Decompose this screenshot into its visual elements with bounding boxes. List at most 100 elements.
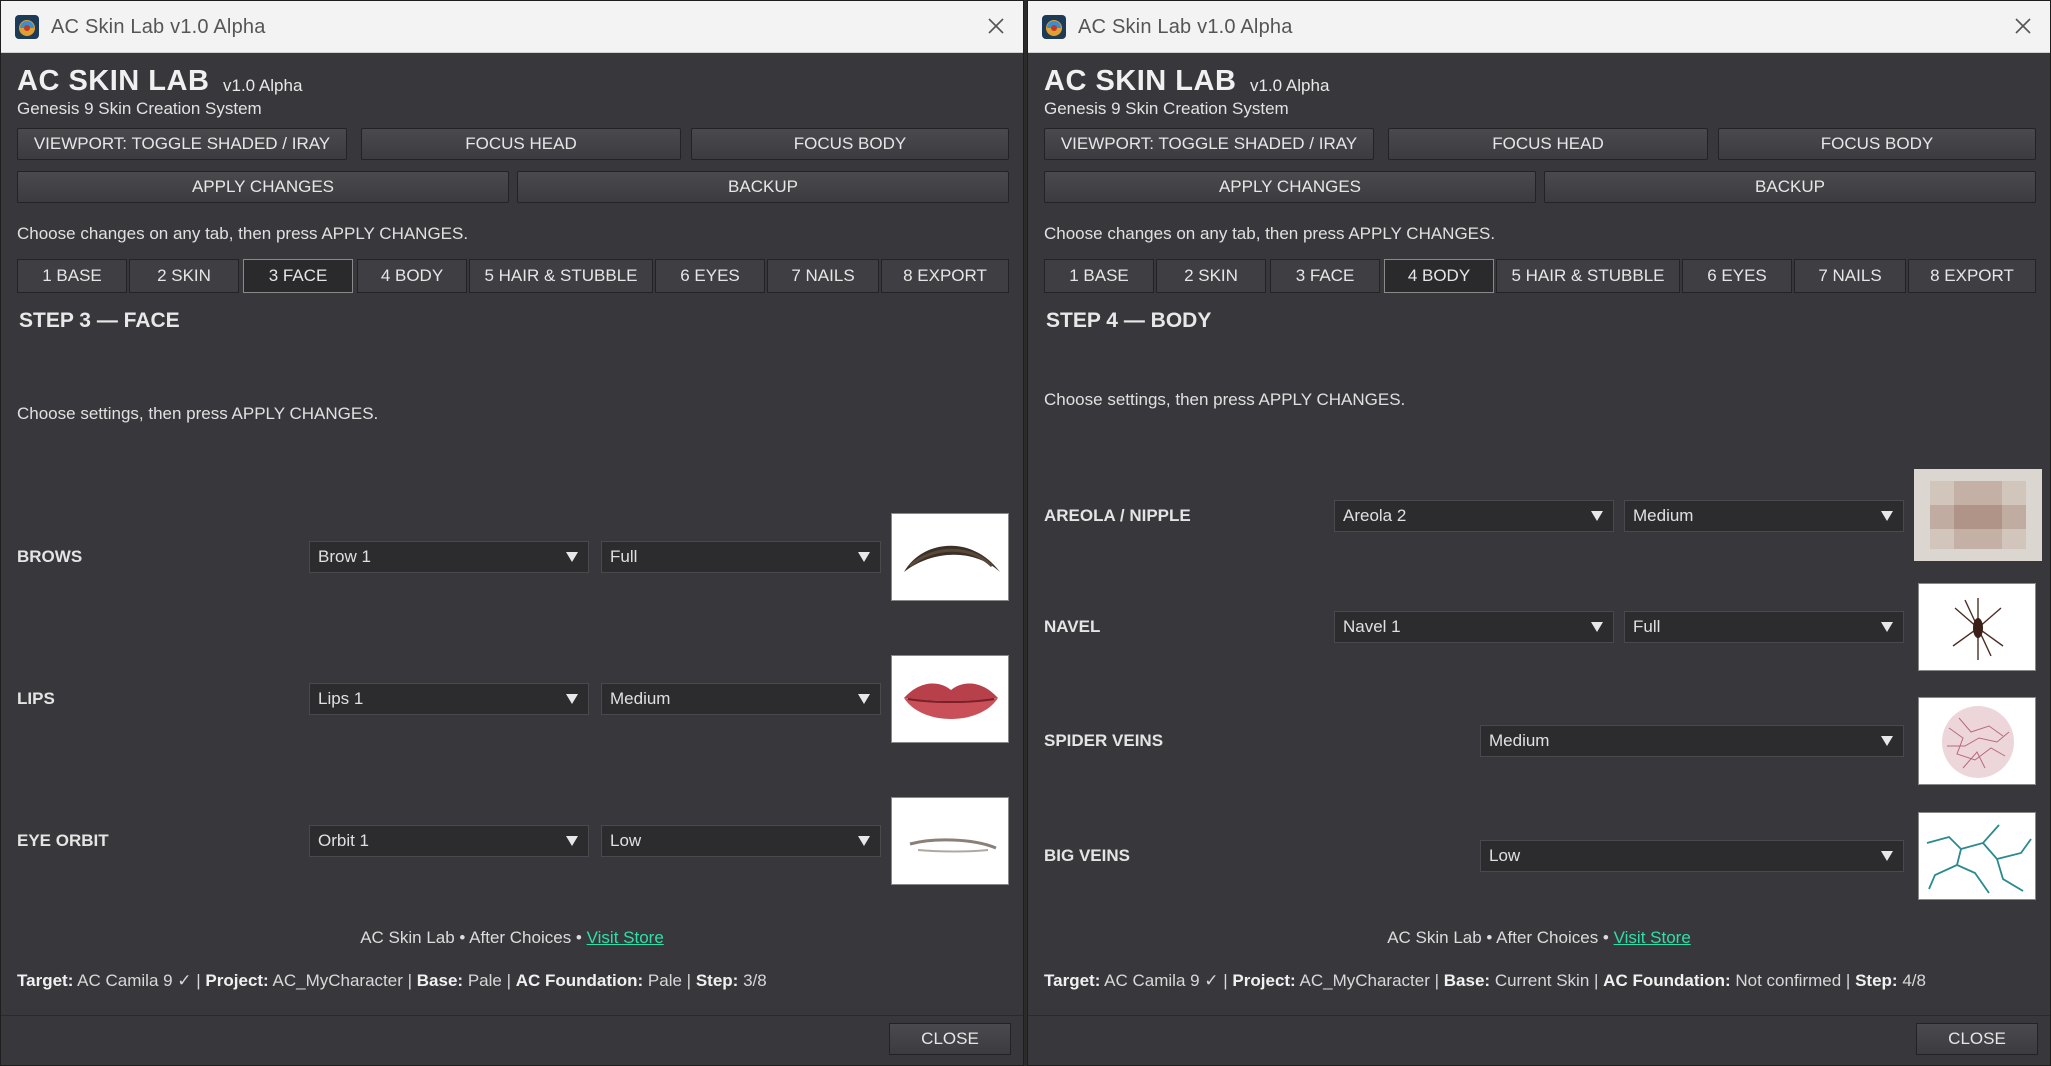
app-version: v1.0 Alpha (223, 76, 303, 95)
close-icon[interactable] (2008, 11, 2038, 41)
hint-text: Choose changes on any tab, then press AP… (17, 224, 469, 243)
chevron-down-icon (1881, 511, 1893, 521)
chevron-down-icon (566, 552, 578, 562)
credit-text: AC Skin Lab • After Choices • (1387, 928, 1614, 947)
title-bar[interactable]: AC Skin Lab v1.0 Alpha (1028, 1, 2050, 53)
spider-veins-level-select[interactable]: Medium (1480, 725, 1904, 757)
select-value: Lips 1 (318, 689, 364, 708)
tab-face[interactable]: 3 FACE (1270, 259, 1380, 293)
select-value: Full (1633, 617, 1661, 636)
status-target-label: Target: (17, 971, 74, 990)
backup-button[interactable]: BACKUP (517, 171, 1009, 203)
tab-body[interactable]: 4 BODY (1384, 259, 1494, 293)
viewport-toggle-button[interactable]: VIEWPORT: TOGGLE SHADED / IRAY (17, 128, 347, 160)
tab-body[interactable]: 4 BODY (357, 259, 467, 293)
brows-level-select[interactable]: Full (601, 541, 881, 573)
tab-base[interactable]: 1 BASE (17, 259, 127, 293)
big-veins-swatch (1918, 812, 2036, 900)
close-button[interactable]: CLOSE (889, 1023, 1011, 1055)
tab-base[interactable]: 1 BASE (1044, 259, 1154, 293)
navel-style-select[interactable]: Navel 1 (1334, 611, 1614, 643)
chevron-down-icon (858, 694, 870, 704)
eye-orbit-style-select[interactable]: Orbit 1 (309, 825, 589, 857)
visit-store-link[interactable]: Visit Store (587, 928, 664, 947)
select-value: Brow 1 (318, 547, 371, 566)
select-value: Full (610, 547, 638, 566)
tab-eyes[interactable]: 6 EYES (655, 259, 765, 293)
spider-veins-swatch (1918, 697, 2036, 785)
brows-style-select[interactable]: Brow 1 (309, 541, 589, 573)
focus-head-button[interactable]: FOCUS HEAD (361, 128, 681, 160)
app-version: v1.0 Alpha (1250, 76, 1330, 95)
chevron-down-icon (566, 836, 578, 846)
title-bar[interactable]: AC Skin Lab v1.0 Alpha (1, 1, 1023, 53)
status-foundation-value: Not confirmed (1735, 971, 1842, 990)
chevron-down-icon (1881, 851, 1893, 861)
tab-skin[interactable]: 2 SKIN (1156, 259, 1266, 293)
tab-nails[interactable]: 7 NAILS (1794, 259, 1906, 293)
select-value: Low (1489, 846, 1521, 865)
areola-nipple-label: AREOLA / NIPPLE (1044, 506, 1191, 525)
chevron-down-icon (1591, 511, 1603, 521)
status-bar: Target: AC Camila 9 ✓ | Project: AC_MyCh… (17, 971, 767, 990)
navel-swatch (1918, 583, 2036, 671)
viewport-toggle-button[interactable]: VIEWPORT: TOGGLE SHADED / IRAY (1044, 128, 1374, 160)
tab-skin[interactable]: 2 SKIN (129, 259, 239, 293)
select-value: Medium (610, 689, 671, 708)
tab-export[interactable]: 8 EXPORT (1908, 259, 2036, 293)
status-foundation-value: Pale (647, 971, 682, 990)
select-value: Medium (1489, 731, 1550, 750)
backup-button[interactable]: BACKUP (1544, 171, 2036, 203)
status-project-value: AC_MyCharacter (1299, 971, 1430, 990)
navel-level-select[interactable]: Full (1624, 611, 1904, 643)
areola-level-select[interactable]: Medium (1624, 500, 1904, 532)
instruction-text: Choose settings, then press APPLY CHANGE… (17, 404, 379, 423)
tab-export[interactable]: 8 EXPORT (881, 259, 1009, 293)
select-value: Navel 1 (1343, 617, 1401, 636)
status-bar: Target: AC Camila 9 ✓ | Project: AC_MyCh… (1044, 971, 1926, 990)
close-icon[interactable] (981, 11, 1011, 41)
status-target-value: AC Camila 9 ✓ (1104, 971, 1219, 990)
areola-swatch (1914, 469, 2042, 561)
tab-hair-stubble[interactable]: 5 HAIR & STUBBLE (469, 259, 653, 293)
chevron-down-icon (1881, 622, 1893, 632)
status-target-label: Target: (1044, 971, 1101, 990)
focus-body-button[interactable]: FOCUS BODY (691, 128, 1009, 160)
focus-body-button[interactable]: FOCUS BODY (1718, 128, 2036, 160)
lips-label: LIPS (17, 689, 55, 708)
orbit-swatch (891, 797, 1009, 885)
close-button[interactable]: CLOSE (1916, 1023, 2038, 1055)
eye-orbit-level-select[interactable]: Low (601, 825, 881, 857)
apply-changes-button[interactable]: APPLY CHANGES (17, 171, 509, 203)
credit-text: AC Skin Lab • After Choices • (360, 928, 587, 947)
spider-veins-label: SPIDER VEINS (1044, 731, 1164, 750)
status-base-label: Base: (416, 971, 464, 990)
tab-eyes[interactable]: 6 EYES (1682, 259, 1792, 293)
window-title: AC Skin Lab v1.0 Alpha (1078, 16, 1293, 38)
status-base-value: Pale (467, 971, 502, 990)
footer-credit: AC Skin Lab • After Choices • Visit Stor… (1, 928, 1023, 948)
areola-style-select[interactable]: Areola 2 (1334, 500, 1614, 532)
select-value: Low (610, 831, 642, 850)
skin-lab-window-body: AC Skin Lab v1.0 Alpha AC SKIN LAB v1.0 … (1027, 0, 2051, 1066)
focus-head-button[interactable]: FOCUS HEAD (1388, 128, 1708, 160)
status-step-label: Step: (1855, 971, 1898, 990)
visit-store-link[interactable]: Visit Store (1614, 928, 1691, 947)
status-project-label: Project: (205, 971, 269, 990)
tab-face[interactable]: 3 FACE (243, 259, 353, 293)
brows-label: BROWS (17, 547, 83, 566)
select-value: Areola 2 (1343, 506, 1407, 525)
tab-hair-stubble[interactable]: 5 HAIR & STUBBLE (1496, 259, 1680, 293)
lips-style-select[interactable]: Lips 1 (309, 683, 589, 715)
chevron-down-icon (858, 836, 870, 846)
big-veins-label: BIG VEINS (1044, 846, 1130, 865)
lips-level-select[interactable]: Medium (601, 683, 881, 715)
apply-changes-button[interactable]: APPLY CHANGES (1044, 171, 1536, 203)
footer-divider (1, 1015, 1023, 1016)
status-step-value: 4/8 (1902, 971, 1926, 990)
status-project-label: Project: (1232, 971, 1296, 990)
tab-nails[interactable]: 7 NAILS (767, 259, 879, 293)
big-veins-level-select[interactable]: Low (1480, 840, 1904, 872)
status-step-value: 3/8 (743, 971, 767, 990)
select-value: Medium (1633, 506, 1694, 525)
